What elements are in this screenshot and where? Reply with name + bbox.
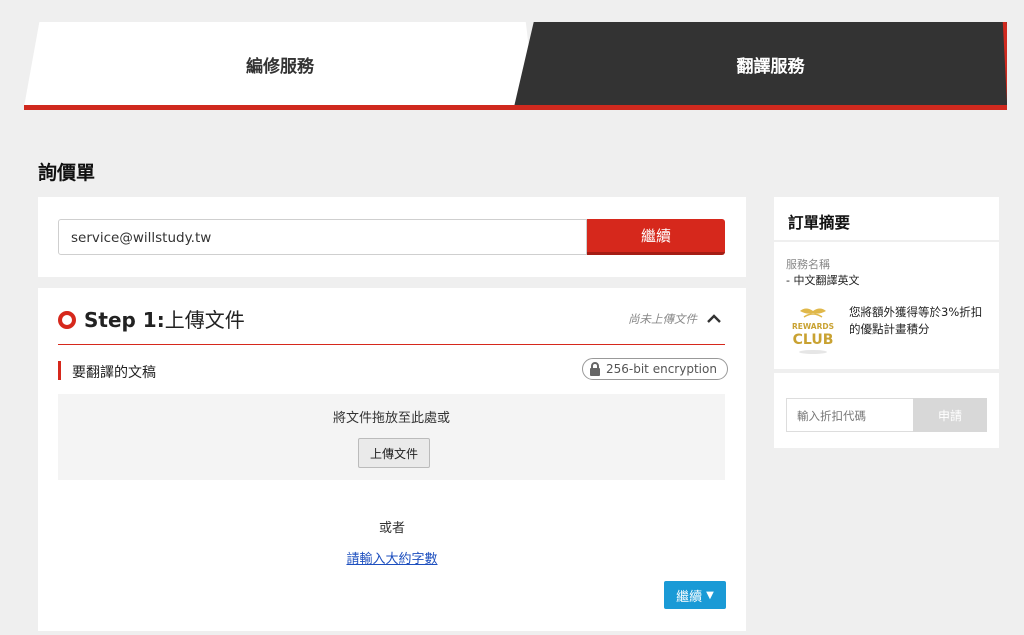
rewards-club-logo: REWARDS CLUB: [792, 308, 834, 354]
rewards-logo-top-text: REWARDS: [792, 322, 834, 331]
file-drop-zone[interactable]: 將文件拖放至此處或 上傳文件: [58, 394, 725, 480]
tab-translation-label: 翻譯服務: [736, 57, 805, 77]
order-summary-card: 訂單摘要 服務名稱 - 中文翻譯英文 REWARDS CLUB 您將額外獲得等於…: [774, 197, 999, 369]
tabs-underline: [24, 105, 1007, 110]
step1-card: Step 1:上傳文件 尚未上傳文件 要翻譯的文稿 256-bit encryp…: [38, 288, 746, 631]
step1-number: Step 1:: [84, 308, 165, 332]
service-name-value: - 中文翻譯英文: [786, 274, 860, 287]
email-input[interactable]: service@willstudy.tw: [58, 219, 587, 255]
word-count-link[interactable]: 請輸入大約字數: [346, 552, 437, 567]
summary-divider: [774, 240, 999, 242]
doc-label: 要翻譯的文稿: [72, 365, 156, 381]
step1-continue-label: 繼續: [676, 589, 703, 605]
page-title: 詢價單: [38, 162, 96, 184]
word-count-link-wrap: 請輸入大約字數: [38, 548, 746, 567]
email-continue-button[interactable]: 繼續: [587, 219, 725, 255]
step1-title-text: 上傳文件: [164, 308, 245, 332]
upload-file-button[interactable]: 上傳文件: [358, 438, 430, 468]
chevron-up-icon[interactable]: [706, 311, 722, 327]
promo-code-input[interactable]: 輸入折扣代碼: [786, 398, 914, 432]
or-text: 或者: [378, 521, 405, 536]
lock-icon: [590, 362, 600, 376]
service-name-label: 服務名稱: [786, 258, 830, 271]
doc-label-marker: [58, 361, 61, 380]
step1-header[interactable]: Step 1:上傳文件 尚未上傳文件: [58, 308, 725, 345]
rewards-text: 您將額外獲得等於3%折扣的優點計畫積分: [849, 305, 983, 336]
promo-apply-button[interactable]: 申請: [913, 398, 987, 432]
promo-card: 輸入折扣代碼 申請: [774, 373, 999, 448]
step1-continue-button[interactable]: 繼續 ▼: [664, 581, 726, 609]
caret-down-icon: ▼: [706, 589, 714, 601]
encryption-badge: 256-bit encryption: [582, 358, 728, 380]
summary-title: 訂單摘要: [788, 214, 851, 232]
encryption-text: 256-bit encryption: [606, 362, 717, 376]
tab-editing-label: 編修服務: [246, 57, 314, 77]
email-card: service@willstudy.tw 繼續: [38, 197, 746, 277]
tab-translation[interactable]: 翻譯服務: [514, 22, 1007, 107]
tab-accent-stripe: [1002, 22, 1007, 107]
rewards-logo-bottom-text: CLUB: [793, 332, 834, 348]
step1-status: 尚未上傳文件: [628, 312, 697, 326]
drop-text: 將文件拖放至此處或: [332, 411, 450, 426]
service-tabs: 編修服務 翻譯服務: [24, 22, 1007, 112]
tab-editing[interactable]: 編修服務: [24, 22, 536, 107]
step1-title: Step 1:上傳文件: [84, 308, 245, 332]
step-status-icon: [58, 311, 76, 329]
